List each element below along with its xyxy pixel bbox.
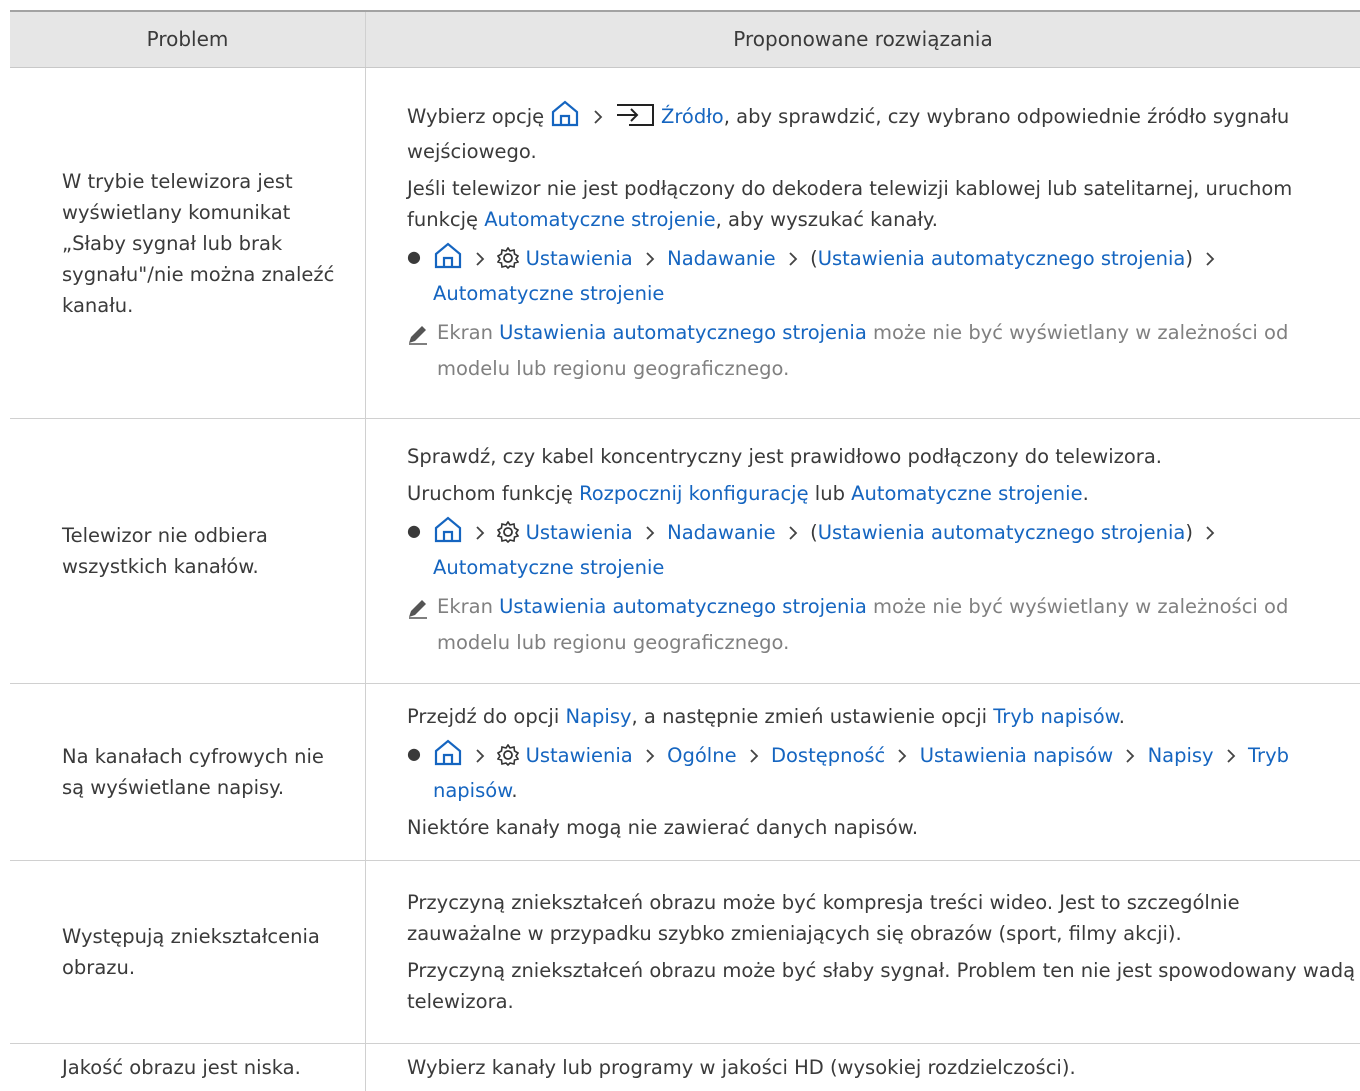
home-icon [433,241,463,278]
path-item[interactable]: Nadawanie [667,247,776,270]
bullet-icon: ● [407,247,421,266]
path-item[interactable]: Ustawienia [526,247,633,270]
settings-gear-icon [497,743,520,775]
chevron-right-icon [643,520,657,551]
chevron-right-icon [1203,246,1217,277]
chevron-right-icon [643,743,657,774]
solution-paragraph: Przejdź do opcji Napisy, a następnie zmi… [407,705,1125,728]
table-row: W trybie telewizora jest wyświetlany kom… [10,68,1360,419]
path-item[interactable]: Automatyczne strojenie [433,282,664,305]
link-subtitles[interactable]: Napisy [565,705,631,728]
link-auto-tuning[interactable]: Automatyczne strojenie [484,208,715,231]
menu-path: ● Ustawienia Nadawanie (Ustawienia autom… [407,515,1360,583]
solution-cell: Przyczyną zniekształceń obrazu może być … [366,861,1360,1043]
home-icon [433,738,463,775]
chevron-right-icon [1123,743,1137,774]
chevron-right-icon [473,743,487,774]
problem-cell: W trybie telewizora jest wyświetlany kom… [10,68,366,418]
table-row: Występują zniekształcenia obrazu. Przycz… [10,861,1360,1044]
path-item[interactable]: Dostępność [771,744,885,767]
note-link[interactable]: Ustawienia automatycznego strojenia [499,595,867,618]
chevron-right-icon [786,246,800,277]
link-auto-tuning[interactable]: Automatyczne strojenie [851,482,1082,505]
table-row: Na kanałach cyfrowych nie są wyświetlane… [10,684,1360,861]
chevron-right-icon [1203,520,1217,551]
home-icon [550,99,580,136]
path-item[interactable]: Automatyczne strojenie [433,556,664,579]
solution-paragraph: Wybierz kanały lub programy w jakości HD… [407,1056,1076,1079]
path-item[interactable]: Ogólne [667,744,736,767]
chevron-right-icon [643,246,657,277]
path-item[interactable]: Nadawanie [667,521,776,544]
chevron-right-icon [747,743,761,774]
link-subtitle-mode[interactable]: Tryb napisów [993,705,1119,728]
path-item[interactable]: Ustawienia [526,521,633,544]
troubleshooting-table: Problem Proponowane rozwiązania W trybie… [10,10,1360,1091]
chevron-right-icon [473,520,487,551]
settings-gear-icon [497,246,520,278]
header-problem: Problem [10,12,366,67]
bullet-icon: ● [407,744,421,763]
solution-cell: Przejdź do opcji Napisy, a następnie zmi… [366,684,1360,860]
solution-paragraph: Przyczyną zniekształceń obrazu może być … [407,891,1240,945]
problem-cell: Telewizor nie odbiera wszystkich kanałów… [10,419,366,683]
solution-paragraph: Sprawdź, czy kabel koncentryczny jest pr… [407,445,1162,468]
path-item[interactable]: Ustawienia napisów [920,744,1113,767]
menu-path: ● Ustawienia Ogólne Dostępność Ustawieni… [407,738,1360,806]
chevron-right-icon [591,104,605,135]
solution-paragraph: Jeśli telewizor nie jest podłączony do d… [407,177,1293,231]
path-item[interactable]: Ustawienia automatycznego strojenia [818,521,1186,544]
table-row: Telewizor nie odbiera wszystkich kanałów… [10,419,1360,684]
table-header: Problem Proponowane rozwiązania [10,12,1360,68]
chevron-right-icon [473,246,487,277]
note-link[interactable]: Ustawienia automatycznego strojenia [499,321,867,344]
path-item[interactable]: Ustawienia automatycznego strojenia [818,247,1186,270]
path-item[interactable]: Ustawienia [526,744,633,767]
pencil-note-icon [407,315,437,387]
solution-paragraph: Wybierz opcję Źródło, aby sprawdzić, czy… [407,99,1360,167]
solution-paragraph: Uruchom funkcję Rozpocznij konfigurację … [407,482,1089,505]
header-solutions: Proponowane rozwiązania [733,27,993,51]
solution-paragraph: Przyczyną zniekształceń obrazu może być … [407,959,1356,1013]
path-item[interactable]: Napisy [1148,744,1214,767]
note: Ekran Ustawienia automatycznego strojeni… [407,589,1360,661]
menu-path: ● Ustawienia Nadawanie (Ustawienia autom… [407,241,1360,309]
pencil-note-icon [407,589,437,661]
solution-paragraph: Niektóre kanały mogą nie zawierać danych… [407,816,919,839]
solution-cell: Wybierz opcję Źródło, aby sprawdzić, czy… [366,68,1360,418]
chevron-right-icon [786,520,800,551]
chevron-right-icon [1224,743,1238,774]
source-icon [615,103,655,136]
note: Ekran Ustawienia automatycznego strojeni… [407,315,1360,387]
problem-cell: Na kanałach cyfrowych nie są wyświetlane… [10,684,366,860]
home-icon [433,515,463,552]
settings-gear-icon [497,520,520,552]
solution-cell: Sprawdź, czy kabel koncentryczny jest pr… [366,419,1360,683]
chevron-right-icon [895,743,909,774]
link-start-setup[interactable]: Rozpocznij konfigurację [579,482,809,505]
bullet-icon: ● [407,521,421,540]
problem-cell: Występują zniekształcenia obrazu. [10,861,366,1043]
link-source[interactable]: Źródło [661,105,724,128]
